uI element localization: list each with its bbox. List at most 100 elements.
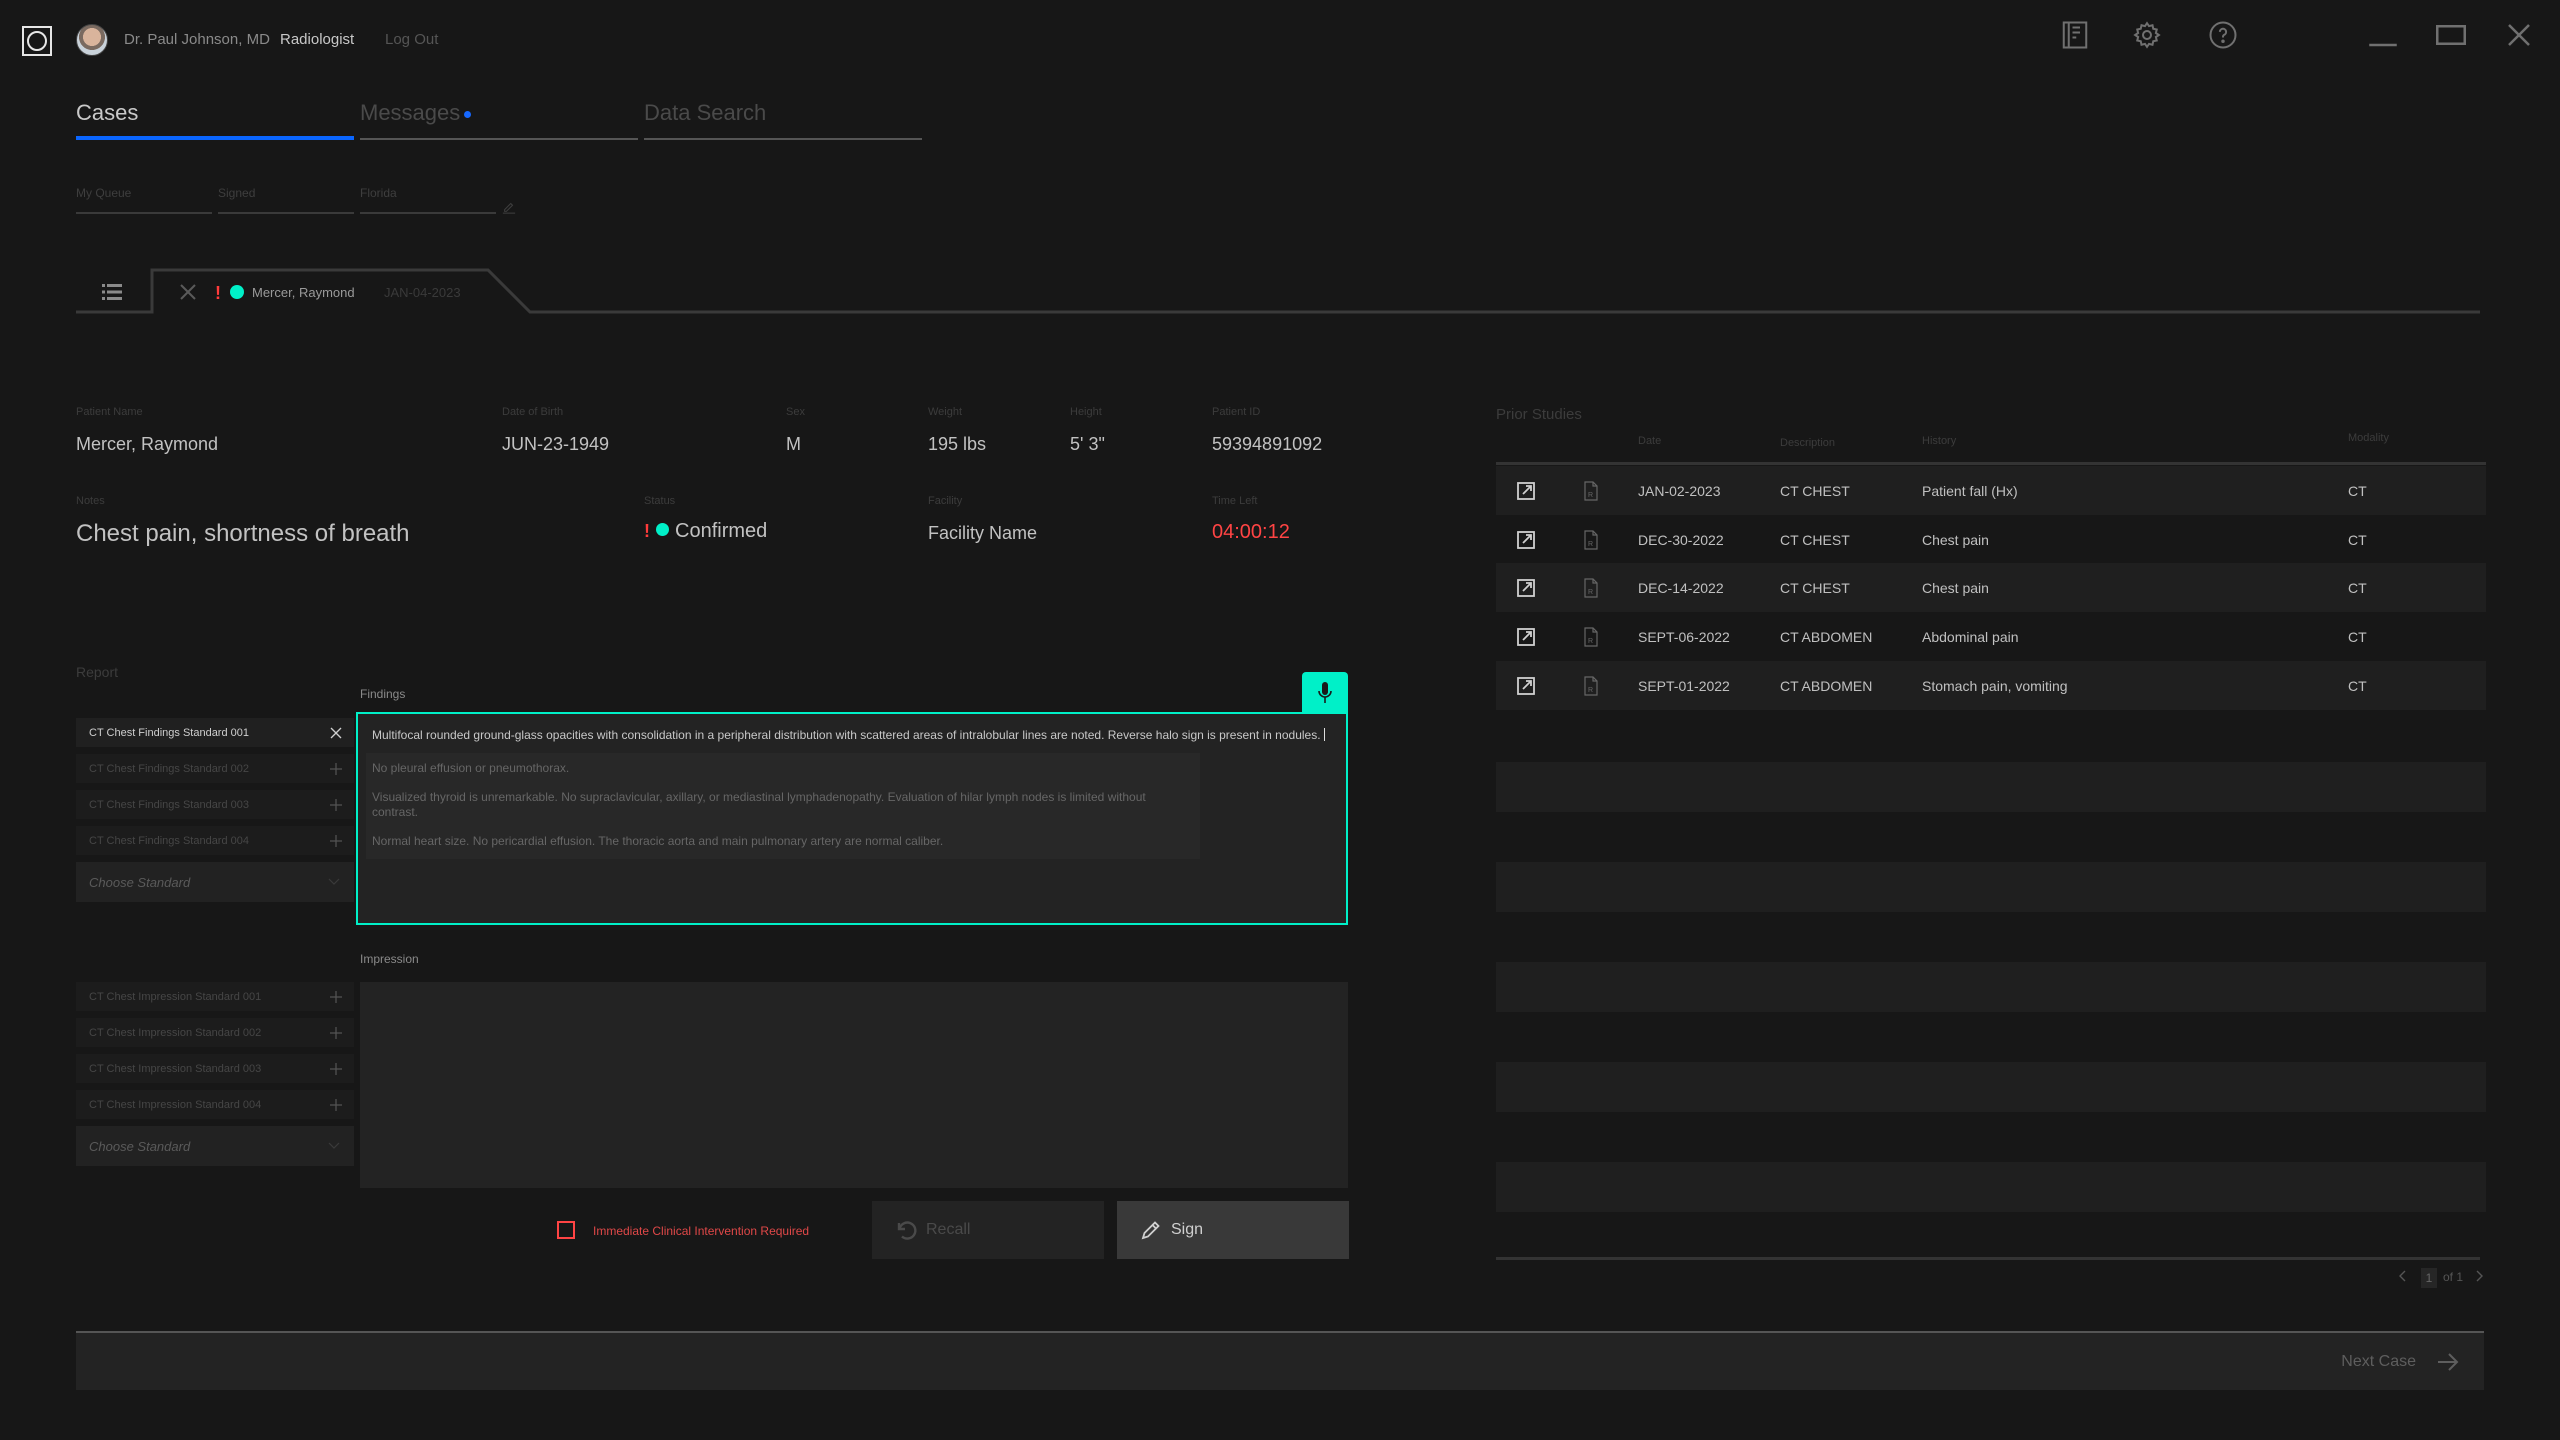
prior-study-row[interactable]: R SEPT-06-2022 CT ABDOMEN Abdominal pain CT (1496, 612, 2486, 661)
column-header-modality[interactable]: Modality (2348, 432, 2389, 444)
impression-editor[interactable] (360, 982, 1348, 1188)
column-header-description[interactable]: Description (1780, 437, 1835, 449)
findings-standard-select[interactable]: Choose Standard (76, 862, 354, 902)
status-value: ! Confirmed (644, 520, 767, 543)
report-document-icon[interactable]: R (1576, 480, 1606, 501)
close-window-icon[interactable] (2504, 20, 2534, 50)
prior-study-row[interactable]: R JAN-02-2023 CT CHEST Patient fall (Hx) CT (1496, 466, 2486, 515)
findings-editor[interactable]: Multifocal rounded ground-glass opacitie… (356, 712, 1348, 925)
add-icon[interactable] (330, 1026, 342, 1039)
notebook-icon[interactable] (2060, 20, 2090, 50)
status-label: Status (644, 495, 676, 507)
next-page-icon[interactable] (2476, 1270, 2484, 1285)
study-history: Patient fall (Hx) (1922, 482, 2018, 499)
logout-link[interactable]: Log Out (385, 31, 438, 48)
empty-row (1496, 1062, 2486, 1112)
column-header-history[interactable]: History (1922, 435, 1956, 447)
impression-standard-item[interactable]: CT Chest Impression Standard 003 (76, 1054, 354, 1083)
case-list-icon[interactable] (100, 280, 124, 304)
study-description: CT ABDOMEN (1780, 677, 1873, 694)
add-icon[interactable] (330, 990, 342, 1003)
facility-value: Facility Name (928, 523, 1038, 543)
findings-standard-item[interactable]: CT Chest Findings Standard 002 (76, 754, 354, 783)
add-icon[interactable] (330, 1062, 342, 1075)
select-placeholder: Choose Standard (89, 874, 191, 890)
standard-label: CT Chest Impression Standard 001 (89, 990, 262, 1003)
app-logo[interactable] (22, 26, 52, 56)
help-icon[interactable] (2208, 20, 2238, 50)
tab-data-search[interactable]: Data Search (644, 100, 922, 140)
filter-location[interactable]: Florida (360, 186, 496, 214)
study-date: SEPT-01-2022 (1638, 677, 1730, 694)
prev-page-icon[interactable] (2398, 1270, 2406, 1285)
remove-icon[interactable] (330, 727, 342, 739)
close-case-tab-icon[interactable] (178, 282, 198, 302)
tab-underline (360, 138, 638, 140)
add-icon[interactable] (330, 798, 342, 811)
add-icon[interactable] (330, 834, 342, 847)
open-study-icon[interactable] (1509, 675, 1543, 697)
report-document-icon[interactable]: R (1576, 577, 1606, 598)
time-left-value: 04:00:12 (1212, 521, 1290, 543)
table-bottom-divider (1496, 1257, 2480, 1260)
study-description: CT ABDOMEN (1780, 628, 1873, 645)
study-date: JAN-02-2023 (1638, 482, 1721, 499)
recall-button[interactable]: Recall (872, 1201, 1104, 1259)
impression-standard-select[interactable]: Choose Standard (76, 1126, 354, 1166)
report-document-icon[interactable]: R (1576, 675, 1606, 696)
edit-filters-icon[interactable] (502, 200, 516, 214)
svg-text:R: R (1588, 687, 1593, 694)
tab-messages[interactable]: Messages (360, 100, 638, 140)
filter-signed[interactable]: Signed (218, 186, 354, 214)
dictation-mic-button[interactable] (1302, 672, 1348, 714)
minimize-icon[interactable] (2368, 20, 2398, 50)
gear-icon[interactable] (2132, 20, 2162, 50)
report-document-icon[interactable]: R (1576, 529, 1606, 550)
dob-label: Date of Birth (502, 406, 564, 418)
case-tab-patient-name[interactable]: Mercer, Raymond (252, 285, 355, 300)
svg-text:R: R (1588, 638, 1593, 645)
sign-button[interactable]: Sign (1117, 1201, 1349, 1259)
current-page[interactable]: 1 (2421, 1268, 2437, 1288)
findings-label: Findings (360, 687, 406, 701)
prior-study-row[interactable]: R SEPT-01-2022 CT ABDOMEN Stomach pain, vom… (1496, 661, 2486, 710)
patient-name-label: Patient Name (76, 406, 143, 418)
add-icon[interactable] (330, 762, 342, 775)
findings-standard-item[interactable]: CT Chest Findings Standard 001 (76, 718, 354, 747)
prior-study-row[interactable]: R DEC-14-2022 CT CHEST Chest pain CT (1496, 563, 2486, 612)
prior-study-row[interactable]: R DEC-30-2022 CT CHEST Chest pain CT (1496, 515, 2486, 564)
status-text: Confirmed (675, 520, 768, 542)
impression-standard-item[interactable]: CT Chest Impression Standard 004 (76, 1090, 354, 1119)
tab-active-indicator (76, 136, 354, 140)
column-header-date[interactable]: Date (1638, 435, 1661, 447)
open-study-icon[interactable] (1509, 529, 1543, 551)
impression-standard-item[interactable]: CT Chest Impression Standard 001 (76, 982, 354, 1011)
critical-intervention-label[interactable]: Immediate Clinical Intervention Required (593, 1224, 809, 1238)
notification-dot (464, 110, 472, 118)
maximize-icon[interactable] (2436, 20, 2466, 50)
tab-underline (644, 138, 922, 140)
impression-standard-item[interactable]: CT Chest Impression Standard 002 (76, 1018, 354, 1047)
study-modality: CT (2348, 482, 2367, 499)
height-value: 5' 3" (1070, 434, 1105, 454)
open-study-icon[interactable] (1509, 577, 1543, 599)
open-study-icon[interactable] (1509, 480, 1543, 502)
findings-standard-item[interactable]: CT Chest Findings Standard 004 (76, 826, 354, 855)
report-document-icon[interactable]: R (1576, 626, 1606, 647)
findings-suggestions[interactable]: No pleural effusion or pneumothorax. Vis… (366, 753, 1200, 859)
critical-intervention-checkbox[interactable] (557, 1221, 575, 1239)
arrow-right-icon (2438, 1352, 2459, 1371)
open-study-icon[interactable] (1509, 626, 1543, 648)
filter-my-queue[interactable]: My Queue (76, 186, 212, 214)
findings-standard-item[interactable]: CT Chest Findings Standard 003 (76, 790, 354, 819)
standard-label: CT Chest Impression Standard 004 (89, 1098, 262, 1111)
standard-label: CT Chest Findings Standard 003 (89, 798, 249, 811)
study-modality: CT (2348, 628, 2367, 645)
avatar[interactable] (76, 24, 108, 56)
tab-cases[interactable]: Cases (76, 100, 354, 140)
sex-value: M (786, 434, 801, 454)
undo-icon (897, 1221, 917, 1240)
next-case-button[interactable]: Next Case (2341, 1333, 2484, 1390)
add-icon[interactable] (330, 1098, 342, 1111)
notes-value: Chest pain, shortness of breath (76, 520, 410, 547)
